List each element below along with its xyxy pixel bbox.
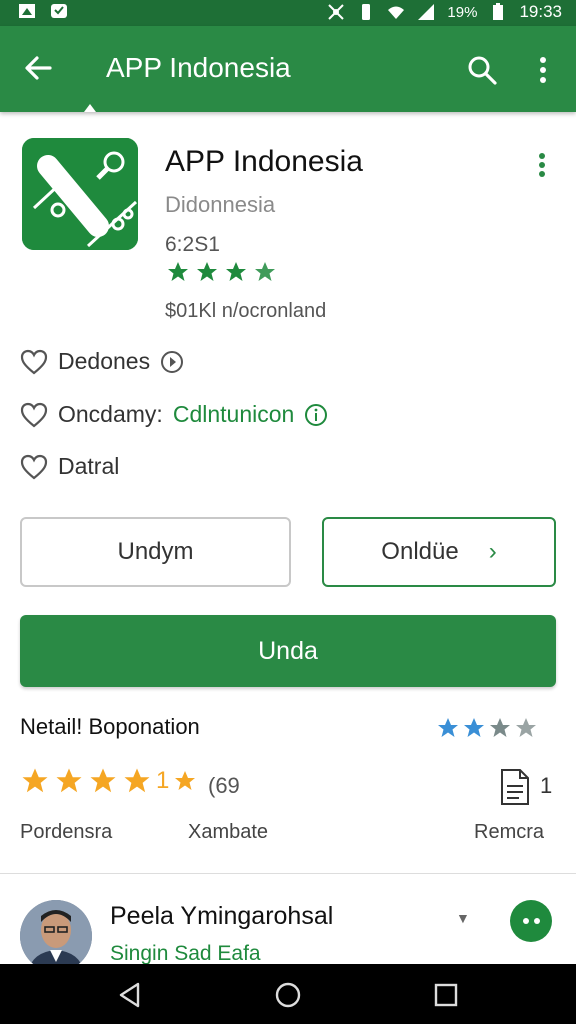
info-icon[interactable] — [304, 403, 328, 427]
primary-button[interactable]: Unda — [20, 615, 556, 687]
nav-recents-icon[interactable] — [432, 981, 460, 1009]
star-icon — [197, 262, 217, 281]
star-icon — [438, 718, 458, 737]
big-rating-stars: 1 — [20, 766, 197, 796]
app-title: APP Indonesia — [165, 145, 363, 178]
chevron-down-icon[interactable]: ▼ — [456, 910, 470, 926]
document-count: 1 — [540, 773, 553, 798]
battery-icon — [493, 3, 504, 20]
nav-home-icon[interactable] — [274, 981, 302, 1009]
circle-play-icon — [161, 350, 184, 373]
star-icon — [22, 768, 48, 793]
more-horizontal-icon[interactable] — [510, 900, 552, 942]
star-icon — [124, 768, 150, 793]
wifi-icon — [388, 6, 405, 19]
info-row-1[interactable]: Dedones — [20, 348, 184, 375]
signal-icon — [418, 4, 435, 20]
star-icon — [516, 718, 536, 737]
open-button[interactable]: Onldüe › — [322, 517, 556, 587]
system-nav-bar — [0, 964, 576, 1024]
document-icon[interactable] — [500, 768, 530, 806]
reviewer-subtitle: Singin Sad Eafa — [110, 942, 261, 965]
star-icon — [490, 718, 510, 737]
more-vertical-icon[interactable] — [530, 54, 556, 86]
stat-label: Remcra — [474, 821, 545, 843]
battery-percent: 19% — [447, 3, 478, 21]
notification-icon — [19, 4, 35, 18]
info-label: Oncdamy: — [58, 401, 163, 427]
info-row-2[interactable]: Oncdamy: Cdlntunicon — [20, 401, 328, 428]
primary-button-label: Unda — [258, 636, 318, 665]
star-icon — [168, 262, 188, 281]
reviewer-name: Peela Ymingarohsal — [110, 902, 334, 930]
app-rating-stars — [165, 260, 278, 284]
secondary-button-label: Undym — [117, 538, 194, 565]
app-ratings-count: 6:2S1 — [165, 233, 220, 256]
info-value[interactable]: Cdlntunicon — [173, 401, 294, 428]
avatar[interactable] — [20, 900, 92, 972]
ratings-section-title: Netail! Boponation — [20, 714, 200, 739]
section-divider — [0, 873, 576, 874]
app-price: $01Kl n/ocronland — [165, 300, 327, 322]
heart-outline-icon — [20, 402, 48, 427]
heart-outline-icon — [20, 454, 48, 479]
stat-label: Pordensra — [20, 821, 113, 843]
info-label: Datral — [58, 453, 120, 479]
blue-rating-stars — [436, 716, 538, 740]
status-bar: 19% 19:33 — [0, 0, 576, 26]
app-toolbar: APP Indonesia — [0, 26, 576, 112]
star-icon — [56, 768, 82, 793]
status-time: 19:33 — [519, 2, 562, 21]
toolbar-caret — [84, 104, 96, 112]
info-label: Dedones — [58, 348, 151, 374]
nav-back-icon[interactable] — [116, 981, 144, 1009]
star-icon — [226, 262, 246, 281]
star-icon — [90, 768, 116, 793]
message-icon — [51, 4, 67, 18]
app-developer[interactable]: Didonnesia — [165, 192, 275, 218]
no-sound-icon — [328, 4, 345, 20]
more-vertical-icon[interactable] — [534, 150, 550, 180]
arrow-back-icon[interactable] — [20, 50, 56, 86]
info-row-3[interactable]: Datral — [20, 453, 119, 480]
stat-label: Xambate — [188, 821, 269, 843]
open-button-label: Onldüe — [381, 538, 459, 565]
app-logo-icon — [22, 138, 138, 250]
big-star-count: 1 — [156, 767, 170, 794]
reviews-count: (69 — [208, 773, 240, 798]
vibrate-icon — [362, 4, 371, 20]
star-icon — [464, 718, 484, 737]
search-icon[interactable] — [466, 54, 498, 86]
chevron-right-icon: › — [488, 538, 497, 565]
secondary-button[interactable]: Undym — [20, 517, 291, 587]
star-half-icon — [255, 262, 275, 281]
toolbar-title: APP Indonesia — [106, 52, 291, 83]
heart-outline-icon — [20, 349, 48, 374]
star-half-icon — [175, 771, 196, 790]
